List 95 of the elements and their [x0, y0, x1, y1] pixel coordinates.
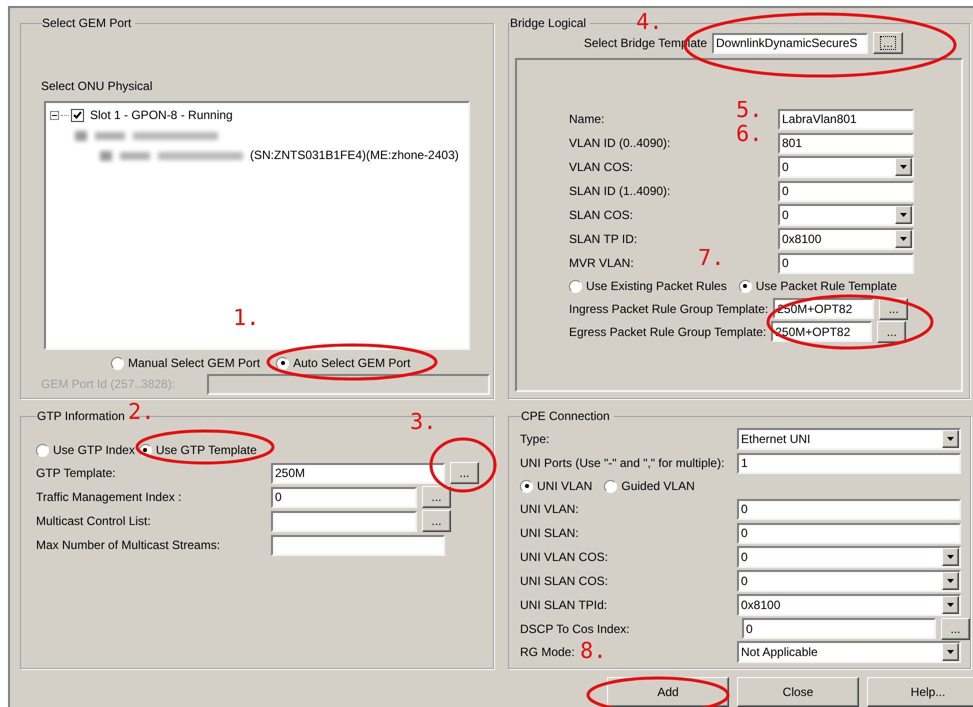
- dropdown-arrow-icon: [947, 603, 954, 607]
- radio-label: Guided VLAN: [621, 478, 695, 495]
- dropdown[interactable]: Ethernet UNI: [737, 428, 961, 450]
- field-label: Type:: [520, 432, 550, 446]
- field-label: Ingress Packet Rule Group Template:: [569, 302, 768, 316]
- field-label: UNI VLAN COS:: [520, 550, 608, 564]
- dropdown-arrow-icon: [947, 650, 954, 654]
- browse-button[interactable]: ...: [422, 486, 451, 508]
- dropdown-arrow-icon: [947, 579, 954, 583]
- browse-button[interactable]: ...: [941, 618, 970, 640]
- radio-button[interactable]: [604, 480, 618, 492]
- step-number: 7.: [698, 248, 724, 270]
- step-number: 8.: [580, 641, 606, 663]
- highlight-ellipse: [430, 438, 496, 492]
- section-label: Select ONU Physical: [41, 78, 154, 95]
- tree-item-label[interactable]: (SN:ZNTS031B1FE4)(ME:zhone-2403): [250, 146, 459, 164]
- radio-label: Use Existing Packet Rules: [586, 278, 727, 295]
- radio-label: Use Packet Rule Template: [756, 278, 897, 295]
- text-field[interactable]: 0: [737, 522, 961, 544]
- dropdown[interactable]: Not Applicable: [737, 641, 961, 663]
- text-field[interactable]: [271, 510, 417, 532]
- step-number: 6.: [736, 124, 762, 146]
- dialog-button[interactable]: Help...: [867, 677, 973, 707]
- dropdown[interactable]: 0x8100: [737, 594, 961, 616]
- dropdown[interactable]: 0: [737, 546, 961, 568]
- radio-label: Use GTP Template: [156, 442, 257, 459]
- dropdown-arrow-icon: [900, 237, 907, 241]
- text-field[interactable]: [271, 534, 445, 556]
- text-field[interactable]: 250M: [271, 462, 445, 484]
- text-field[interactable]: 1: [737, 452, 961, 474]
- group-title: GTP Information: [37, 408, 126, 425]
- field-label: DSCP To Cos Index:: [520, 622, 630, 636]
- text-field[interactable]: 801: [778, 132, 914, 154]
- text-field[interactable]: [207, 374, 490, 394]
- checkbox[interactable]: [71, 108, 84, 122]
- field-label: VLAN COS:: [569, 160, 634, 174]
- radio-button[interactable]: [36, 444, 49, 456]
- radio-label: UNI VLAN: [537, 478, 592, 495]
- checkmark-icon: [73, 111, 82, 119]
- field-label: VLAN ID (0..4090):: [569, 136, 670, 150]
- radio-button[interactable]: [738, 280, 752, 292]
- text-field[interactable]: 0: [737, 498, 961, 520]
- dropdown-arrow-icon: [900, 165, 907, 169]
- radio-button[interactable]: [111, 356, 124, 370]
- collapse-icon[interactable]: [50, 110, 59, 120]
- field-label: UNI SLAN COS:: [520, 574, 608, 588]
- field-label: SLAN COS:: [569, 208, 634, 222]
- field-label: UNI SLAN TPId:: [520, 598, 608, 612]
- text-field[interactable]: 0: [778, 252, 914, 274]
- dropdown-arrow-icon: [947, 437, 954, 441]
- field-label: RG Mode:: [520, 645, 575, 659]
- dropdown[interactable]: 0: [778, 156, 914, 178]
- browse-button[interactable]: ...: [450, 462, 479, 484]
- dropdown[interactable]: 0: [737, 570, 961, 592]
- field-label: MVR VLAN:: [569, 256, 634, 270]
- step-number: 4.: [636, 12, 662, 34]
- tree-item-label[interactable]: Slot 1 - GPON-8 - Running: [90, 106, 233, 124]
- dropdown-arrow-icon: [947, 555, 954, 559]
- dropdown[interactable]: 0: [778, 204, 914, 226]
- field-label: SLAN ID (1..4090):: [569, 184, 670, 198]
- field-label: GTP Template:: [36, 465, 117, 482]
- dialog-button[interactable]: Close: [737, 677, 859, 707]
- field-label: Name:: [569, 112, 604, 126]
- text-field[interactable]: 0: [742, 618, 936, 639]
- field-label: Egress Packet Rule Group Template:: [569, 324, 766, 338]
- step-number: 3.: [410, 412, 436, 434]
- field-label: Max Number of Multicast Streams:: [36, 537, 222, 554]
- step-number: 2.: [128, 402, 154, 424]
- radio-label: Auto Select GEM Port: [293, 355, 410, 372]
- text-field[interactable]: LabraVlan801: [778, 108, 914, 130]
- group-title: CPE Connection: [521, 408, 611, 425]
- dropdown-arrow-icon: [900, 213, 907, 217]
- field-label: Traffic Management Index :: [36, 489, 182, 506]
- radio-button[interactable]: [276, 356, 290, 370]
- field-label: UNI VLAN:: [520, 502, 579, 516]
- radio-label: Use GTP Index: [53, 442, 135, 459]
- radio-button[interactable]: [520, 480, 533, 492]
- browse-button[interactable]: ...: [873, 32, 903, 54]
- radio-label: Manual Select GEM Port: [128, 355, 260, 372]
- text-field[interactable]: 0: [271, 486, 417, 508]
- group-title: Select GEM Port: [42, 15, 132, 32]
- field-label: UNI Ports (Use "-" and "," for multiple):: [520, 456, 724, 470]
- radio-button[interactable]: [569, 280, 582, 292]
- browse-button[interactable]: ...: [422, 510, 451, 532]
- browse-button[interactable]: ...: [877, 320, 906, 342]
- text-field[interactable]: 250M+OPT82: [771, 321, 872, 342]
- step-number: 1.: [233, 308, 260, 330]
- text-field[interactable]: 0: [778, 180, 914, 202]
- step-number: 5.: [736, 100, 762, 122]
- group-title: Bridge Logical: [510, 15, 588, 32]
- text-field[interactable]: DownlinkDynamicSecureS: [712, 32, 868, 54]
- field-label: UNI SLAN:: [520, 526, 579, 540]
- dropdown[interactable]: 0x8100: [778, 228, 914, 250]
- field-label: SLAN TP ID:: [569, 232, 638, 246]
- field-label: Multicast Control List:: [36, 513, 152, 530]
